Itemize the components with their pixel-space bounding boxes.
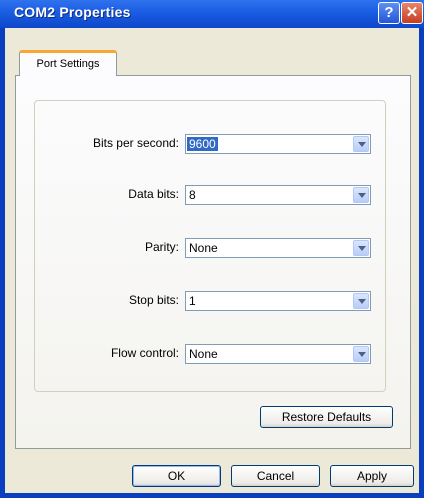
title-bar[interactable]: COM2 Properties ? ✕ <box>0 0 424 28</box>
chevron-down-icon[interactable] <box>353 136 369 152</box>
chevron-down-icon[interactable] <box>353 240 369 256</box>
tab-port-settings[interactable]: Port Settings <box>19 50 117 76</box>
parity-select[interactable]: None <box>185 238 371 258</box>
flow-control-label: Flow control: <box>110 346 179 360</box>
apply-button[interactable]: Apply <box>330 465 414 487</box>
ok-button[interactable]: OK <box>132 465 221 487</box>
flow-control-value: None <box>189 347 218 361</box>
flow-control-select[interactable]: None <box>185 344 371 364</box>
help-icon[interactable]: ? <box>378 2 400 24</box>
dialog-client-area: Port Settings Bits per second: 9600 Data… <box>5 28 419 493</box>
parity-value: None <box>189 241 218 255</box>
data-bits-label: Data bits: <box>128 187 179 201</box>
bits-per-second-label: Bits per second: <box>92 136 179 150</box>
data-bits-value: 8 <box>189 188 196 202</box>
data-bits-select[interactable]: 8 <box>185 185 371 205</box>
bits-per-second-value: 9600 <box>187 137 218 151</box>
chevron-down-icon[interactable] <box>353 293 369 309</box>
chevron-down-icon[interactable] <box>353 346 369 362</box>
properties-window: COM2 Properties ? ✕ Port Settings Bits p… <box>0 0 424 498</box>
window-title: COM2 Properties <box>14 4 131 20</box>
parity-label: Parity: <box>144 240 179 254</box>
cancel-button[interactable]: Cancel <box>231 465 320 487</box>
chevron-down-icon[interactable] <box>353 187 369 203</box>
stop-bits-label: Stop bits: <box>128 293 179 307</box>
stop-bits-value: 1 <box>189 294 196 308</box>
restore-defaults-button[interactable]: Restore Defaults <box>260 406 393 428</box>
close-icon[interactable]: ✕ <box>401 2 423 24</box>
bits-per-second-select[interactable]: 9600 <box>185 134 371 154</box>
stop-bits-select[interactable]: 1 <box>185 291 371 311</box>
